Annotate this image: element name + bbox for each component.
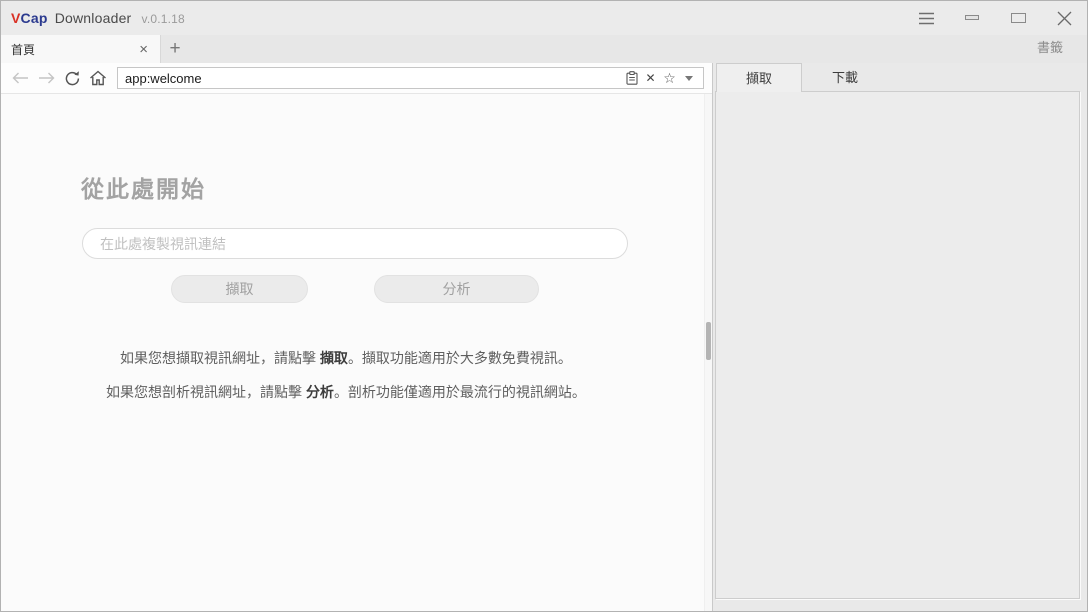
capture-button[interactable]: 擷取 [171, 275, 308, 303]
bookmarks-button[interactable]: 書籤 [1037, 35, 1063, 63]
panel-content-empty [715, 91, 1080, 599]
tab-close-icon[interactable]: × [137, 42, 150, 57]
app-logo: VCap Downloader v.0.1.18 [11, 10, 185, 26]
vertical-scrollbar[interactable] [704, 94, 712, 611]
panel-tab-download[interactable]: 下載 [802, 63, 888, 92]
back-icon[interactable] [7, 63, 33, 93]
panel-tab-bar: 擷取 下載 [713, 63, 1087, 92]
window-controls [895, 3, 1087, 33]
tab-home[interactable]: 首頁 × [1, 35, 161, 63]
analyze-hint-text: 如果您想剖析視訊網址，請點擊 分析。剖析功能僅適用於最流行的視訊網站。 [106, 384, 586, 400]
paste-icon[interactable] [622, 68, 641, 88]
clear-address-icon[interactable]: ✕ [641, 68, 660, 88]
logo-cap: Cap [20, 10, 48, 26]
navigation-bar: ✕ ☆ [1, 63, 712, 94]
logo-v: V [11, 10, 21, 26]
panel-tab-capture[interactable]: 擷取 [716, 63, 802, 92]
bookmark-star-icon[interactable]: ☆ [660, 68, 679, 88]
capture-hint-text: 如果您想擷取視訊網址，請點擊 擷取。擷取功能適用於大多數免費視訊。 [120, 350, 572, 366]
app-window: VCap Downloader v.0.1.18 首頁 × + 書籤 app:w… [0, 0, 1088, 612]
home-icon[interactable] [85, 63, 111, 93]
address-dropdown-icon[interactable] [679, 68, 698, 88]
address-bar: ✕ ☆ [117, 67, 704, 89]
reload-icon[interactable] [59, 63, 85, 93]
forward-icon[interactable] [33, 63, 59, 93]
tab-home-label: 首頁 [11, 42, 36, 57]
analyze-button[interactable]: 分析 [374, 275, 539, 303]
title-bar: VCap Downloader v.0.1.18 [1, 1, 1087, 35]
main-area: ✕ ☆ 從此處開始 擷取 分析 如果您想擷取視訊網址，請點擊 擷取。擷取功能適用… [1, 63, 1087, 611]
new-tab-button[interactable]: + [161, 35, 189, 63]
video-link-input[interactable] [82, 228, 628, 259]
browser-tab-bar: 首頁 × + 書籤 [1, 35, 1087, 63]
page-title: 從此處開始 [81, 176, 206, 202]
logo-name: Downloader [54, 10, 132, 26]
welcome-page: 從此處開始 擷取 分析 如果您想擷取視訊網址，請點擊 擷取。擷取功能適用於大多數… [1, 94, 712, 611]
menu-icon[interactable] [911, 3, 941, 33]
scrollbar-thumb[interactable] [706, 322, 711, 360]
browser-pane: ✕ ☆ 從此處開始 擷取 分析 如果您想擷取視訊網址，請點擊 擷取。擷取功能適用… [1, 63, 713, 611]
minimize-icon[interactable] [957, 3, 987, 33]
maximize-icon[interactable] [1003, 3, 1033, 33]
address-input[interactable] [118, 70, 622, 86]
close-icon[interactable] [1049, 3, 1079, 33]
side-panel: 擷取 下載 [713, 63, 1087, 611]
app-version: v.0.1.18 [141, 12, 185, 26]
